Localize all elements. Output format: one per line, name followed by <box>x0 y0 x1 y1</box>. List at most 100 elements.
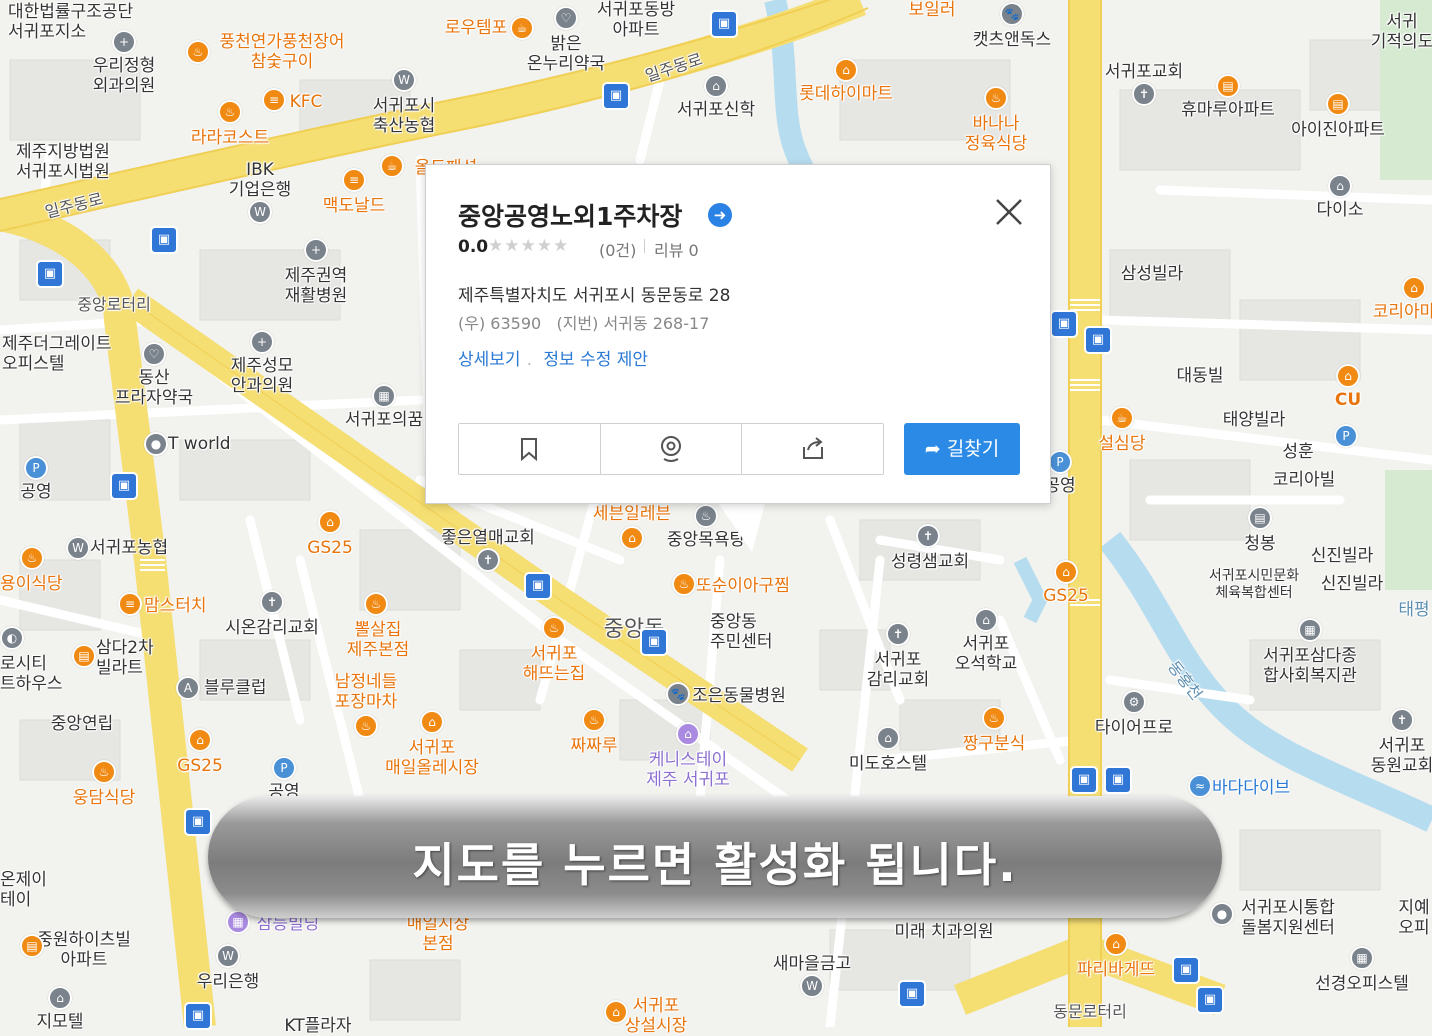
place-label[interactable]: 매일시장 본점 <box>407 914 470 954</box>
place-label[interactable]: 서귀포 해뜨는집 <box>523 644 586 684</box>
cafe-icon[interactable]: ☕ <box>1110 406 1134 430</box>
place-label[interactable]: 바다다이브 <box>1212 778 1290 798</box>
place-label[interactable]: 로우템포 <box>445 18 508 38</box>
place-label[interactable]: 라라코스트 <box>191 128 269 148</box>
bank-icon[interactable]: W <box>66 536 90 560</box>
place-label[interactable]: 블루클럽 <box>204 678 267 698</box>
church-icon[interactable]: ✝ <box>476 548 500 572</box>
place-label[interactable]: 서귀포삼다종 합사회복지관 <box>1263 646 1357 686</box>
place-label[interactable]: 휴마루아파트 <box>1181 100 1275 120</box>
pharmacy-icon[interactable]: ♡ <box>142 342 166 366</box>
bus-stop-icon[interactable]: ▣ <box>1050 310 1078 338</box>
fastfood-icon[interactable]: ≡ <box>342 168 366 192</box>
place-label[interactable]: KFC <box>290 92 323 112</box>
building-icon[interactable]: ▦ <box>372 384 396 408</box>
place-label[interactable]: 삼다2차 빌라트 <box>96 638 154 678</box>
church-icon[interactable]: ✝ <box>886 622 910 646</box>
restaurant-icon[interactable]: ♨ <box>186 40 210 64</box>
place-label[interactable]: 코리아빌 <box>1273 470 1336 490</box>
detail-link[interactable]: 상세보기 <box>458 350 521 370</box>
restaurant-icon[interactable]: ♨ <box>582 708 606 732</box>
apartment-icon[interactable]: ▤ <box>1216 74 1240 98</box>
restaurant-icon[interactable]: ♨ <box>984 86 1008 110</box>
school-icon[interactable]: ⌂ <box>704 74 728 98</box>
place-label[interactable]: 보일러 <box>909 0 956 20</box>
place-label[interactable]: 우리정형 외과의원 <box>93 56 156 96</box>
place-label[interactable]: 좋은열매교회 <box>441 528 535 548</box>
place-label[interactable]: 성훈 <box>1282 442 1313 462</box>
hospital-icon[interactable]: + <box>304 238 328 262</box>
place-label[interactable]: 동산 프라자약국 <box>115 368 193 408</box>
place-label[interactable]: 미도호스텔 <box>849 754 927 774</box>
place-label[interactable]: 서귀포신학 <box>677 100 755 120</box>
place-label[interactable]: 지모텔 <box>37 1012 84 1032</box>
place-label[interactable]: 우리은행 <box>197 972 260 992</box>
fastfood-icon[interactable]: ≡ <box>118 592 142 616</box>
place-label[interactable]: 풍천연가풍천장어 참숯구이 <box>219 32 344 72</box>
place-label[interactable]: 중원하이츠빌 아파트 <box>37 930 131 970</box>
market-icon[interactable]: ⌂ <box>604 1000 628 1024</box>
shop-icon[interactable]: ● <box>144 432 168 456</box>
place-label[interactable]: 다이소 <box>1317 200 1364 220</box>
place-label[interactable]: 새마을금고 <box>773 954 851 974</box>
place-label[interactable]: 서귀포 감리교회 <box>867 650 930 690</box>
restaurant-icon[interactable]: ♨ <box>92 760 116 784</box>
place-label[interactable]: 서귀포의꿈 <box>345 410 423 430</box>
bus-stop-icon[interactable]: ▣ <box>1084 326 1112 354</box>
restaurant-icon[interactable]: ♨ <box>218 100 242 124</box>
bank-icon[interactable]: W <box>392 68 416 92</box>
place-label[interactable]: 서귀포 동원교회 <box>1371 736 1432 776</box>
place-label[interactable]: 서귀포시민문화 체육복합센터 <box>1209 568 1299 602</box>
activate-map-banner[interactable]: 지도를 누르면 활성화 됩니다. <box>208 796 1222 918</box>
hotel-icon[interactable]: ⌂ <box>676 722 700 746</box>
place-label[interactable]: 코리아마 <box>1373 302 1432 322</box>
fastfood-icon[interactable]: ≡ <box>262 88 286 112</box>
place-label[interactable]: 케니스테이 제주 서귀포 <box>646 750 730 790</box>
place-label[interactable]: 또순이아구찜 <box>696 576 790 596</box>
parking-icon[interactable]: P <box>1334 424 1358 448</box>
restaurant-icon[interactable]: ♨ <box>20 546 44 570</box>
place-label[interactable]: 서귀포 상설시장 <box>625 996 688 1036</box>
building-icon[interactable]: ▦ <box>1350 946 1374 970</box>
place-label[interactable]: 신진빌라 <box>1311 546 1374 566</box>
place-label[interactable]: IBK 기업은행 <box>229 160 292 200</box>
restaurant-icon[interactable]: ♨ <box>672 572 696 596</box>
convenience-store-icon[interactable]: ⌂ <box>188 728 212 752</box>
bus-stop-icon[interactable]: ▣ <box>640 628 668 656</box>
roadview-button[interactable] <box>601 424 743 474</box>
place-label[interactable]: 밝은 온누리약국 <box>527 34 605 74</box>
place-label[interactable]: 대동빌 <box>1177 366 1224 386</box>
restaurant-icon[interactable]: ♨ <box>364 592 388 616</box>
parking-icon[interactable]: P <box>272 756 296 780</box>
place-label[interactable]: 남정네들 포장마차 <box>335 672 398 712</box>
bus-stop-icon[interactable]: ▣ <box>36 260 64 288</box>
bus-stop-icon[interactable]: ▣ <box>1104 766 1132 794</box>
place-label[interactable]: 서귀포시통합 돌봄지원센터 <box>1241 898 1335 938</box>
cafe-icon[interactable]: ☕ <box>510 16 534 40</box>
place-label[interactable]: CU <box>1335 390 1361 410</box>
bakery-icon[interactable]: ⌂ <box>1104 932 1128 956</box>
place-label[interactable]: 제주권역 재활병원 <box>285 266 348 306</box>
place-label[interactable]: 제주성모 안과의원 <box>231 356 294 396</box>
church-icon[interactable]: ✝ <box>1390 708 1414 732</box>
place-label[interactable]: T world <box>168 434 231 454</box>
market-icon[interactable]: ⌂ <box>420 710 444 734</box>
hotel-icon[interactable]: ⌂ <box>876 726 900 750</box>
restaurant-icon[interactable]: ♨ <box>354 714 378 738</box>
place-label[interactable]: 조은동물병원 <box>692 686 786 706</box>
hotel-icon[interactable]: ⌂ <box>48 986 72 1010</box>
place-label[interactable]: 서귀포 매일올레시장 <box>385 738 479 778</box>
convenience-store-icon[interactable]: ⌂ <box>318 510 342 534</box>
place-label[interactable]: 짱구분식 <box>963 734 1026 754</box>
parking-icon[interactable]: P <box>1048 450 1072 474</box>
place-label[interactable]: 청봉 <box>1244 534 1275 554</box>
apartment-icon[interactable]: ▤ <box>1326 92 1350 116</box>
place-label[interactable]: 온제이 테이 <box>0 870 47 910</box>
place-label[interactable]: 아이진아파트 <box>1291 120 1385 140</box>
bus-stop-icon[interactable]: ▣ <box>1070 766 1098 794</box>
place-label[interactable]: 맘스터치 <box>144 596 207 616</box>
place-label[interactable]: 롯데하이마트 <box>799 84 893 104</box>
place-label[interactable]: 세븐일레븐 <box>593 504 671 524</box>
place-label[interactable]: 설심당 <box>1099 434 1146 454</box>
building-icon[interactable]: ▦ <box>1298 618 1322 642</box>
